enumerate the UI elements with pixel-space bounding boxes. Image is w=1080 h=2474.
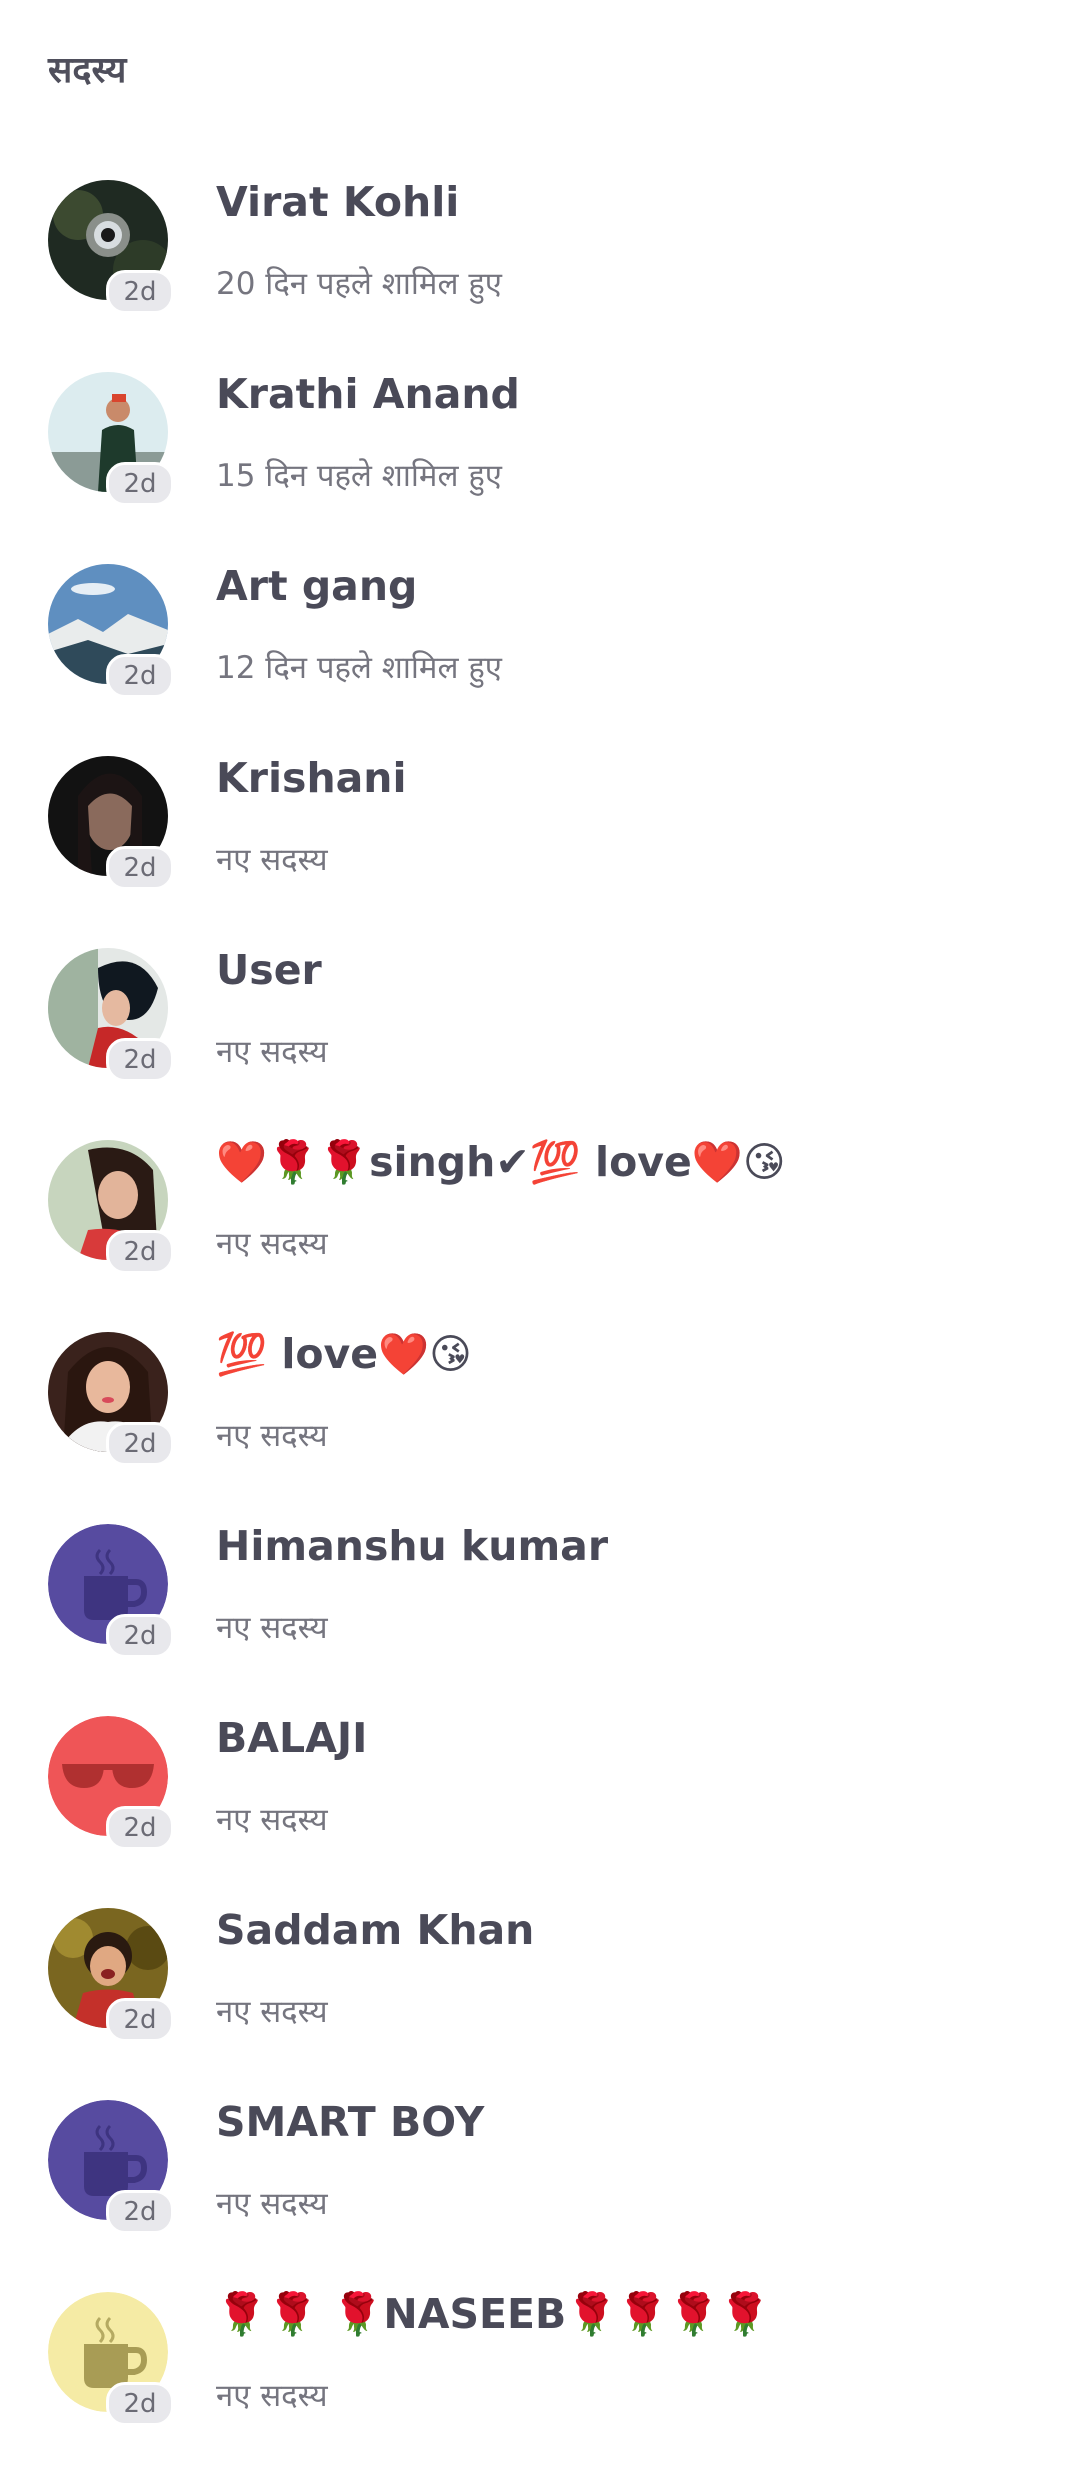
member-list: 2d Virat Kohli 20 दिन पहले शामिल हुए 2d … [0, 170, 1080, 2474]
member-joined-text: 12 दिन पहले शामिल हुए [216, 650, 502, 686]
member-name: Krathi Anand [216, 370, 520, 418]
status-badge: 2d [106, 846, 174, 890]
page-title: सदस्य [48, 50, 127, 91]
avatar[interactable]: 2d [48, 756, 174, 890]
member-joined-text: 15 दिन पहले शामिल हुए [216, 458, 502, 494]
avatar[interactable]: 2d [48, 948, 174, 1082]
member-joined-text: नए सदस्य [216, 2378, 328, 2414]
status-badge: 2d [106, 1230, 174, 1274]
member-name: BALAJI [216, 1714, 368, 1762]
status-badge: 2d [106, 654, 174, 698]
member-row[interactable]: 2d Himanshu kumar नए सदस्य [0, 1514, 1080, 1706]
member-joined-text: नए सदस्य [216, 1610, 328, 1646]
avatar[interactable]: 2d [48, 564, 174, 698]
avatar[interactable]: 2d [48, 2100, 174, 2234]
status-badge: 2d [106, 1038, 174, 1082]
member-joined-text: नए सदस्य [216, 1418, 328, 1454]
status-badge: 2d [106, 270, 174, 314]
member-joined-text: नए सदस्य [216, 1994, 328, 2030]
member-joined-text: नए सदस्य [216, 1226, 328, 1262]
status-badge: 2d [106, 462, 174, 506]
member-name: ❤️🌹🌹singh✔💯 love❤️😘 [216, 1138, 786, 1186]
status-badge: 2d [106, 2190, 174, 2234]
member-joined-text: नए सदस्य [216, 1034, 328, 1070]
member-joined-text: नए सदस्य [216, 842, 328, 878]
member-name: Krishani [216, 754, 407, 802]
avatar[interactable]: 2d [48, 1332, 174, 1466]
member-row[interactable]: 2d Art gang 12 दिन पहले शामिल हुए [0, 554, 1080, 746]
member-name: SMART BOY [216, 2098, 485, 2146]
member-row[interactable]: 2d SMART BOY नए सदस्य [0, 2090, 1080, 2282]
member-row[interactable]: 2d ❤️🌹🌹singh✔💯 love❤️😘 नए सदस्य [0, 1130, 1080, 1322]
avatar[interactable]: 2d [48, 1140, 174, 1274]
member-row[interactable]: 2d 🌹🌹 🌹NASEEB🌹🌹🌹🌹 नए सदस्य [0, 2282, 1080, 2474]
status-badge: 2d [106, 1998, 174, 2042]
status-badge: 2d [106, 2382, 174, 2426]
member-row[interactable]: 2d BALAJI नए सदस्य [0, 1706, 1080, 1898]
member-joined-text: नए सदस्य [216, 1802, 328, 1838]
member-name: 🌹🌹 🌹NASEEB🌹🌹🌹🌹 [216, 2290, 771, 2338]
member-row[interactable]: 2d 💯 love❤️😘 नए सदस्य [0, 1322, 1080, 1514]
member-name: Virat Kohli [216, 178, 460, 226]
member-row[interactable]: 2d Krishani नए सदस्य [0, 746, 1080, 938]
avatar[interactable]: 2d [48, 372, 174, 506]
member-row[interactable]: 2d Krathi Anand 15 दिन पहले शामिल हुए [0, 362, 1080, 554]
member-name: Saddam Khan [216, 1906, 535, 1954]
status-badge: 2d [106, 1806, 174, 1850]
member-row[interactable]: 2d User नए सदस्य [0, 938, 1080, 1130]
member-name: User [216, 946, 322, 994]
avatar[interactable]: 2d [48, 1524, 174, 1658]
member-name: Art gang [216, 562, 418, 610]
member-name: Himanshu kumar [216, 1522, 609, 1570]
status-badge: 2d [106, 1422, 174, 1466]
avatar[interactable]: 2d [48, 1716, 174, 1850]
member-row[interactable]: 2d Virat Kohli 20 दिन पहले शामिल हुए [0, 170, 1080, 362]
status-badge: 2d [106, 1614, 174, 1658]
avatar[interactable]: 2d [48, 180, 174, 314]
member-row[interactable]: 2d Saddam Khan नए सदस्य [0, 1898, 1080, 2090]
avatar[interactable]: 2d [48, 2292, 174, 2426]
member-joined-text: नए सदस्य [216, 2186, 328, 2222]
member-name: 💯 love❤️😘 [216, 1330, 472, 1378]
member-joined-text: 20 दिन पहले शामिल हुए [216, 266, 502, 302]
avatar[interactable]: 2d [48, 1908, 174, 2042]
